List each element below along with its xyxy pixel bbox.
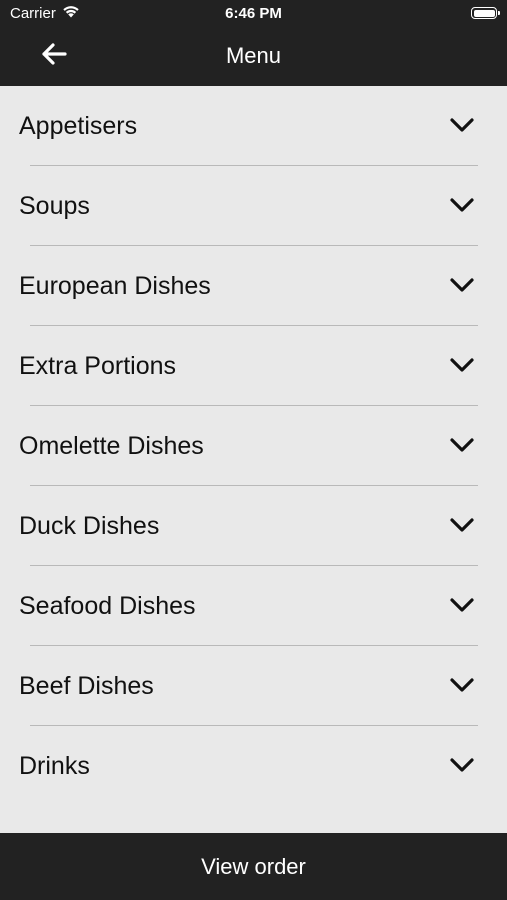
category-label: Beef Dishes	[19, 671, 154, 700]
category-label: Omelette Dishes	[19, 431, 204, 460]
category-row-duck-dishes[interactable]: Duck Dishes	[0, 486, 507, 566]
chevron-down-icon[interactable]	[449, 436, 475, 454]
battery-icon	[471, 7, 500, 19]
page-title: Menu	[225, 43, 282, 68]
category-label: Seafood Dishes	[19, 591, 196, 620]
category-row-appetisers[interactable]: Appetisers	[0, 86, 507, 166]
top-bar: Carrier 6:46 PM Menu	[0, 0, 507, 86]
view-order-button[interactable]: View order	[0, 833, 507, 900]
category-row-beef-dishes[interactable]: Beef Dishes	[0, 646, 507, 726]
category-row-omelette-dishes[interactable]: Omelette Dishes	[0, 406, 507, 486]
chevron-down-icon[interactable]	[449, 596, 475, 614]
category-row-soups[interactable]: Soups	[0, 166, 507, 246]
category-row-extra-portions[interactable]: Extra Portions	[0, 326, 507, 406]
chevron-down-icon[interactable]	[449, 756, 475, 774]
chevron-down-icon[interactable]	[449, 116, 475, 134]
status-time: 6:46 PM	[225, 5, 282, 22]
menu-category-list: Appetisers Soups European Dishes Extra P…	[0, 86, 507, 806]
chevron-down-icon[interactable]	[449, 356, 475, 374]
category-label: European Dishes	[19, 271, 211, 300]
chevron-down-icon[interactable]	[449, 516, 475, 534]
category-label: Soups	[19, 191, 90, 220]
status-bar: Carrier 6:46 PM	[0, 0, 507, 28]
chevron-down-icon[interactable]	[449, 196, 475, 214]
category-label: Extra Portions	[19, 351, 177, 380]
category-row-european-dishes[interactable]: European Dishes	[0, 246, 507, 326]
chevron-down-icon[interactable]	[449, 276, 475, 294]
category-label: Duck Dishes	[19, 511, 160, 540]
category-row-drinks[interactable]: Drinks	[0, 726, 507, 806]
chevron-down-icon[interactable]	[449, 676, 475, 694]
category-row-seafood-dishes[interactable]: Seafood Dishes	[0, 566, 507, 646]
category-label: Drinks	[19, 751, 90, 780]
nav-bar: Menu	[0, 28, 507, 86]
view-order-label: View order	[201, 853, 306, 879]
category-label: Appetisers	[19, 111, 138, 140]
